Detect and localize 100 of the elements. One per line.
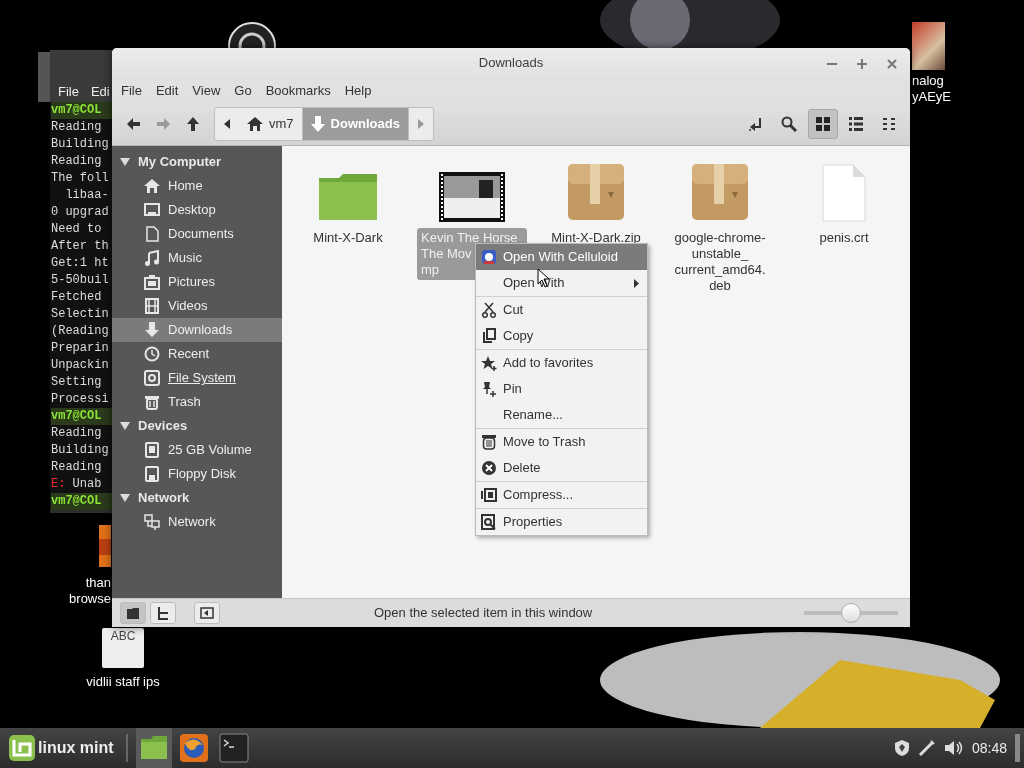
document-icon-text: ABC (110, 629, 136, 643)
desktop-icon-label[interactable]: yAEyE (912, 89, 972, 105)
slider-thumb[interactable] (841, 603, 861, 623)
clock-icon (144, 346, 160, 362)
sidebar-item[interactable]: Documents (112, 222, 282, 246)
sidebar-item[interactable]: Desktop (112, 198, 282, 222)
expander-down-icon[interactable] (120, 422, 130, 430)
terminal-line: Get:1 ht (51, 255, 110, 272)
menu-item[interactable]: Move to Trash (476, 429, 647, 455)
sidebar-item[interactable]: Floppy Disk (112, 462, 282, 486)
menu-item[interactable]: Compress... (476, 482, 647, 508)
terminal-line: Reading (51, 459, 103, 476)
leaf-logo-icon (8, 734, 36, 762)
sidebar-item[interactable]: Network (112, 510, 282, 534)
menu-item[interactable]: View (185, 78, 228, 102)
desktop-icon-label[interactable]: vidlii staff ips (70, 674, 176, 690)
terminal-line: Reading (51, 119, 103, 136)
scissors-icon (481, 302, 497, 318)
package-icon (690, 162, 750, 222)
sidebar-item[interactable]: 25 GB Volume (112, 438, 282, 462)
expander-down-icon[interactable] (120, 158, 130, 166)
desktop-icon-label[interactable]: than (60, 575, 111, 591)
pane-toggle-button[interactable] (120, 602, 146, 624)
folder-icon (126, 606, 140, 620)
pane-toggle-button[interactable] (194, 602, 220, 624)
photo-placeholder[interactable] (912, 22, 945, 70)
menu-button[interactable]: linux mint (4, 728, 118, 768)
pin-icon (481, 381, 497, 397)
taskbar-launcher[interactable] (135, 728, 172, 768)
file-name-label[interactable]: penis.crt (815, 228, 873, 248)
sidebar-item[interactable]: Downloads (112, 318, 282, 342)
sidebar-heading: Network (138, 489, 190, 508)
panel-handle[interactable] (1015, 734, 1020, 762)
text-document-icon[interactable]: ABC (102, 628, 144, 668)
menu-item[interactable]: Properties (476, 509, 647, 535)
file-name-label[interactable]: google-chrome- unstable_ current_amd64. deb (670, 228, 770, 296)
download-arrow-icon (310, 115, 325, 132)
menu-item[interactable]: Delete (476, 455, 647, 481)
clock[interactable]: 08:48 (971, 737, 1007, 759)
window-title: Downloads (478, 54, 544, 73)
menu-item[interactable]: Cut (476, 297, 647, 323)
terminal-line: (Reading (51, 323, 110, 340)
blank-file-icon (822, 164, 866, 222)
terminal-line: Selectin (51, 306, 110, 323)
monitor-icon (144, 202, 160, 218)
status-text: Open the selected item in this window (374, 604, 594, 623)
menu-item[interactable]: Bookmarks (258, 78, 338, 102)
sidebar-item-label: 25 GB Volume (168, 441, 252, 460)
expander-down-icon[interactable] (120, 494, 130, 502)
breadcrumb-button[interactable]: vm7 (239, 107, 303, 140)
sidebar-item[interactable]: Recent (112, 342, 282, 366)
sidebar-item[interactable]: Pictures (112, 270, 282, 294)
menu-item[interactable]: Add to favorites (476, 350, 647, 376)
home-icon (144, 178, 160, 194)
sidebar-item[interactable]: Videos (112, 294, 282, 318)
terminal-line: Building (51, 136, 110, 153)
sidebar-item[interactable]: Music (112, 246, 282, 270)
terminal-line: Processi (51, 391, 110, 408)
desktop-icon-label[interactable]: browse (60, 591, 111, 607)
terminal-menu-item[interactable]: Edi (90, 82, 110, 102)
sidebar-item[interactable]: File System (112, 366, 282, 390)
menu-item[interactable]: Copy (476, 323, 647, 349)
terminal-line: Reading (51, 425, 103, 442)
terminal-menu-item[interactable]: File (58, 82, 79, 102)
desktop-icon-label[interactable]: nalog (912, 73, 972, 89)
menu-item[interactable]: Rename... (476, 402, 647, 428)
folder-icon (317, 172, 379, 222)
terminal-line: After th (51, 238, 110, 255)
sidebar-heading: My Computer (138, 153, 222, 172)
menu-item[interactable]: Open With Celluloid (476, 244, 647, 270)
globe-icon (178, 733, 209, 763)
sidebar-item-label: Recent (168, 345, 210, 364)
sidebar-item-label: Music (168, 249, 202, 268)
terminal-line: The foll (51, 170, 110, 187)
file-name-label[interactable]: Mint-X-Dark (309, 228, 387, 248)
compress-icon (481, 487, 497, 503)
search-icon (781, 115, 798, 132)
copy-icon (481, 328, 497, 344)
return-arrow-icon (748, 115, 764, 132)
sidebar-item-label: Documents (168, 225, 234, 244)
camera-icon (144, 274, 160, 290)
sidebar-item[interactable]: Home (112, 174, 282, 198)
caret-right-icon (417, 118, 424, 129)
sidebar-item[interactable]: Trash (112, 390, 282, 414)
menu-item[interactable]: Edit (148, 78, 186, 102)
film-icon (144, 298, 160, 314)
menu-item[interactable]: Pin (476, 376, 647, 402)
pen-icon (917, 739, 936, 757)
view-mode-button[interactable] (807, 108, 838, 139)
menu-item[interactable]: Help (337, 78, 379, 102)
play-app-icon (481, 249, 497, 265)
sidebar-item-label: Trash (168, 393, 201, 412)
shield-icon (893, 739, 910, 757)
properties-icon (481, 514, 497, 530)
menu-item[interactable]: Go (227, 78, 259, 102)
menu-item[interactable]: File (114, 78, 149, 102)
terminal-line: 5-50buil (51, 272, 110, 289)
music-note-icon (144, 250, 160, 266)
compact-view-icon (881, 115, 897, 132)
pane-toggle-button[interactable] (150, 602, 176, 624)
